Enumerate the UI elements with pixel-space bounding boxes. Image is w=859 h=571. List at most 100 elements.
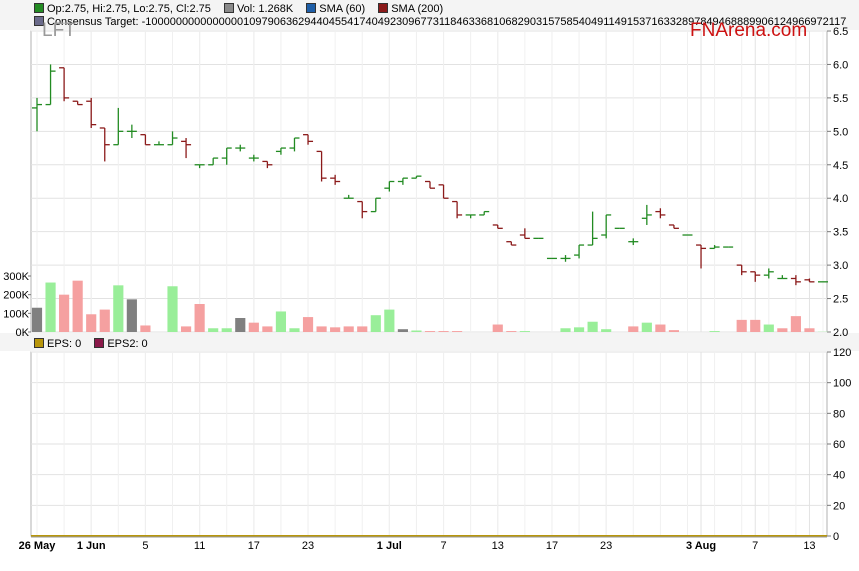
- date-tick-label: 17: [546, 540, 558, 552]
- eps-legend: EPS: 0 EPS2: 0: [34, 338, 158, 350]
- volume-bar: [655, 325, 665, 332]
- eps-tick-label: 20: [833, 500, 845, 512]
- volume-bar: [262, 326, 272, 332]
- volume-bar: [73, 281, 83, 332]
- volume-bar: [601, 329, 611, 332]
- price-legend: Op:2.75, Hi:2.75, Lo:2.75, Cl:2.75 Vol: …: [34, 3, 453, 15]
- chart-window: 2.02.53.03.54.04.55.05.56.06.50K100K200K…: [0, 0, 859, 566]
- date-tick-label: 13: [492, 540, 504, 552]
- price-tick-label: 4.5: [833, 160, 848, 172]
- volume-bar: [384, 310, 394, 332]
- date-tick-label: 3 Aug: [686, 540, 716, 552]
- volume-bar: [669, 330, 679, 332]
- volume-bar: [493, 325, 503, 332]
- volume-bar: [195, 304, 205, 332]
- volume-bar: [560, 328, 570, 332]
- volume-bar: [737, 320, 747, 332]
- legend-sma200: SMA (200): [378, 3, 443, 15]
- volume-bar: [588, 322, 598, 332]
- legend-eps: EPS: 0: [34, 338, 81, 350]
- volume-bar: [791, 316, 801, 332]
- volume-bar: [804, 328, 814, 332]
- date-tick-label: 7: [752, 540, 758, 552]
- price-tick-label: 2.5: [833, 294, 848, 306]
- volume-bar: [317, 326, 327, 332]
- price-tick-label: 5.5: [833, 93, 848, 105]
- volume-bar: [425, 331, 435, 332]
- volume-bar: [181, 326, 191, 332]
- price-tick-label: 2.0: [833, 327, 848, 339]
- volume-bar: [100, 310, 110, 332]
- legend-eps-label: EPS: 0: [47, 338, 81, 350]
- legend-eps2-label: EPS2: 0: [107, 338, 147, 350]
- legend-vol-label: Vol: 1.268K: [237, 3, 293, 15]
- volume-bar: [32, 308, 42, 332]
- volume-bar: [235, 318, 245, 332]
- volume-bar: [276, 311, 286, 332]
- legend-vol: Vol: 1.268K: [224, 3, 293, 15]
- volume-bar: [750, 320, 760, 332]
- volume-bar: [289, 328, 299, 332]
- date-tick-label: 7: [440, 540, 446, 552]
- eps-tick-label: 40: [833, 470, 845, 482]
- volume-bar: [249, 323, 259, 332]
- eps-tick-label: 100: [833, 378, 851, 390]
- volume-bar: [127, 299, 137, 332]
- volume-bar: [452, 331, 462, 332]
- volume-bar: [371, 315, 381, 332]
- volume-bar: [357, 326, 367, 332]
- eps-tick-label: 0: [833, 531, 839, 543]
- volume-tick-label: 200K: [3, 290, 29, 302]
- volume-bar: [642, 323, 652, 332]
- legend-sma60: SMA (60): [306, 3, 365, 15]
- volume-bar: [45, 283, 55, 332]
- legend-ohlc-label: Op:2.75, Hi:2.75, Lo:2.75, Cl:2.75: [47, 3, 211, 15]
- volume-bar: [113, 285, 123, 332]
- brand-watermark: FNArena.com: [690, 20, 807, 42]
- volume-bar: [438, 331, 448, 332]
- volume-tick-label: 300K: [3, 271, 29, 283]
- volume-tick-label: 100K: [3, 308, 29, 320]
- volume-bar: [710, 331, 720, 332]
- volume-bar: [222, 328, 232, 332]
- price-tick-label: 5.0: [833, 126, 848, 138]
- volume-bar: [344, 326, 354, 332]
- date-tick-label: 1 Jul: [377, 540, 402, 552]
- volume-bar: [303, 317, 313, 332]
- volume-bar: [628, 326, 638, 332]
- volume-bar: [574, 327, 584, 332]
- legend-eps2: EPS2: 0: [94, 338, 147, 350]
- volume-bar: [777, 328, 787, 332]
- date-tick-label: 11: [194, 540, 205, 552]
- eps-tick-label: 120: [833, 347, 851, 359]
- eps-tick-label: 60: [833, 439, 845, 451]
- date-tick-label: 26 May: [19, 540, 57, 552]
- volume-bar: [140, 325, 150, 332]
- date-tick-label: 1 Jun: [77, 540, 106, 552]
- volume-bar: [398, 329, 408, 332]
- price-tick-label: 3.0: [833, 260, 848, 272]
- volume-bar: [506, 331, 516, 332]
- legend-sma200-label: SMA (200): [391, 3, 443, 15]
- date-tick-label: 5: [142, 540, 148, 552]
- volume-tick-label: 0K: [16, 327, 30, 339]
- volume-bar: [167, 286, 177, 332]
- price-tick-label: 4.0: [833, 193, 848, 205]
- volume-bar: [330, 327, 340, 332]
- volume-bar: [764, 325, 774, 332]
- eps-tick-label: 80: [833, 408, 845, 420]
- date-tick-label: 23: [600, 540, 612, 552]
- date-tick-label: 17: [248, 540, 260, 552]
- volume-bar: [59, 295, 69, 332]
- date-tick-label: 13: [803, 540, 815, 552]
- volume-bar: [208, 328, 218, 332]
- ticker-watermark: LFT: [42, 20, 76, 42]
- price-tick-label: 3.5: [833, 227, 848, 239]
- legend-sma60-label: SMA (60): [319, 3, 365, 15]
- volume-bar: [86, 314, 96, 332]
- chart-canvas: 2.02.53.03.54.04.55.05.56.06.50K100K200K…: [0, 0, 859, 566]
- legend-ohlc: Op:2.75, Hi:2.75, Lo:2.75, Cl:2.75: [34, 3, 211, 15]
- volume-bar: [411, 331, 421, 332]
- price-tick-label: 6.0: [833, 59, 848, 71]
- volume-bar: [520, 331, 530, 332]
